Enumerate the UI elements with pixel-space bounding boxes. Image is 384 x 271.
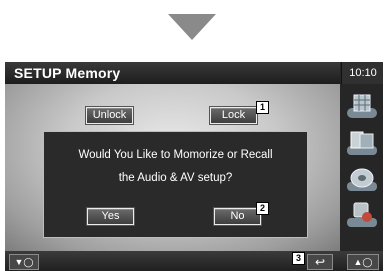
callout-3: 3: [292, 252, 305, 265]
unlock-button[interactable]: Unlock: [86, 107, 133, 124]
volume-down-button[interactable]: ▼◯: [9, 254, 39, 270]
media-icon[interactable]: [345, 128, 379, 158]
confirm-dialog: Would You Like to Momorize or Recall the…: [43, 131, 308, 238]
callout-2: 2: [256, 202, 269, 215]
dialog-question-line-2: the Audio & AV setup?: [118, 172, 233, 184]
callout-1: 1: [256, 101, 269, 114]
down-arrow-icon: [168, 14, 216, 40]
settings-icon[interactable]: [345, 200, 379, 230]
grid-menu-icon[interactable]: [345, 92, 379, 122]
no-button[interactable]: No: [214, 208, 261, 225]
disc-icon[interactable]: [345, 164, 379, 194]
volume-up-button[interactable]: ▲◯: [347, 254, 379, 270]
dialog-question-line-1: Would You Like to Momorize or Recall: [78, 149, 273, 161]
lock-button[interactable]: Lock: [210, 107, 257, 124]
head-unit-screen: SETUP Memory Unlock Lock 1 Would You Lik…: [5, 62, 383, 271]
bottom-bar: ▼◯ 3 ↩ ▲◯: [5, 251, 383, 271]
clock: 10:10: [341, 62, 383, 84]
setup-panel: SETUP Memory Unlock Lock 1 Would You Lik…: [5, 62, 340, 251]
header-bar: SETUP Memory: [5, 62, 340, 84]
return-button[interactable]: ↩: [307, 254, 333, 270]
yes-button[interactable]: Yes: [87, 208, 134, 225]
page-title: SETUP Memory: [14, 65, 121, 81]
